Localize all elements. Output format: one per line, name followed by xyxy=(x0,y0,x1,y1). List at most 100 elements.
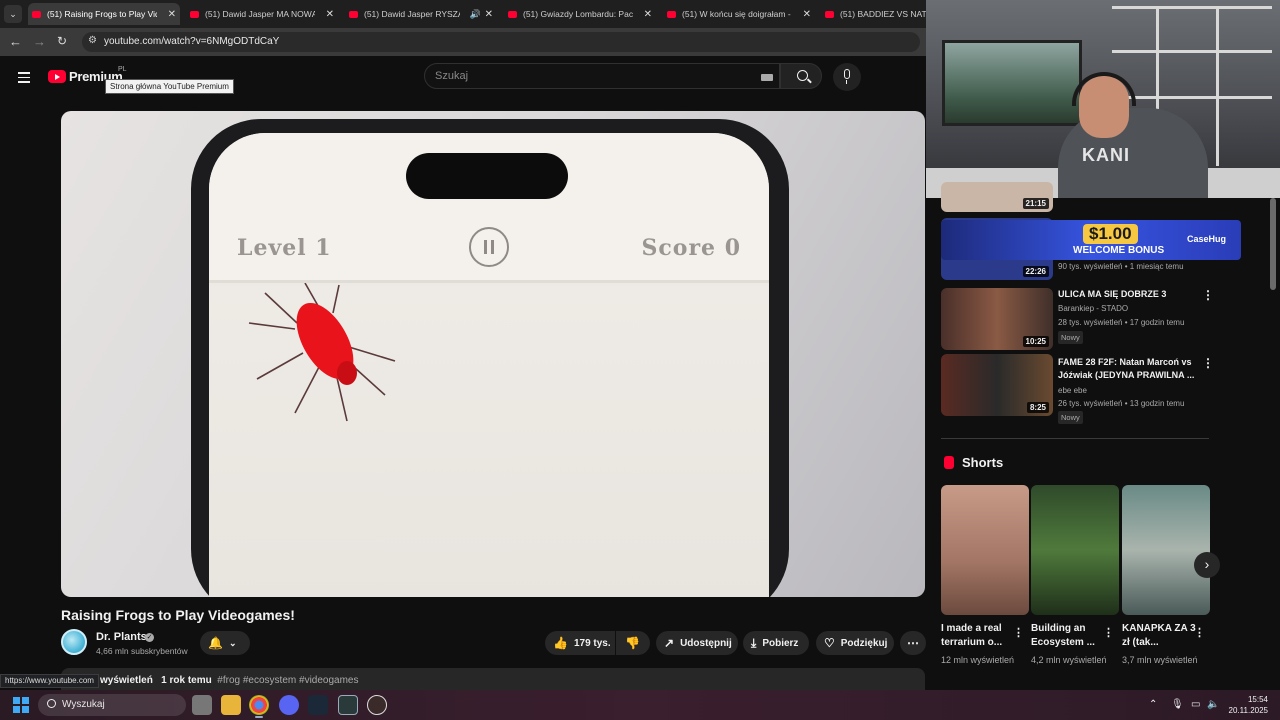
obs-icon[interactable] xyxy=(367,695,387,715)
duration-badge: 22:26 xyxy=(1022,266,1049,277)
youtube-favicon-icon xyxy=(667,10,676,18)
more-vertical-icon[interactable]: ⋮ xyxy=(1194,626,1205,639)
system-clock[interactable]: 15:54 20.11.2025 xyxy=(1226,694,1268,716)
duration-badge: 10:25 xyxy=(1022,336,1049,347)
task-view-icon[interactable] xyxy=(192,695,212,715)
thanks-button[interactable]: ♡ Podziękuj xyxy=(816,631,894,655)
reload-icon[interactable]: ↻ xyxy=(57,34,67,48)
steam-icon[interactable] xyxy=(308,695,328,715)
keyboard-icon[interactable] xyxy=(761,74,773,81)
tab-6[interactable]: (51) BADDIEZ VS NATAL xyxy=(821,3,926,25)
back-arrow-icon[interactable]: ← xyxy=(9,34,22,49)
clock-date: 20.11.2025 xyxy=(1228,706,1268,715)
game-level-text: Level 1 xyxy=(237,235,332,261)
speaker-icon[interactable]: 🔊 xyxy=(470,9,481,20)
short-views: 4,2 mln wyświetleń xyxy=(1031,655,1107,665)
new-badge: Nowy xyxy=(1058,331,1083,344)
scrollbar[interactable] xyxy=(1270,198,1276,290)
chrome-icon[interactable] xyxy=(249,695,269,715)
like-button[interactable]: 👍 179 tys. xyxy=(545,631,615,655)
video-title: Raising Frogs to Play Videogames! xyxy=(61,607,295,623)
tab-5[interactable]: (51) W końcu się doigrałam - w ✕ xyxy=(663,3,815,25)
volume-icon[interactable]: 🔈 xyxy=(1207,699,1219,710)
related-thumbnail[interactable]: 21:15 xyxy=(941,182,1053,212)
tab-label: (51) Raising Frogs to Play Videog xyxy=(47,9,157,19)
youtube-logo-icon[interactable] xyxy=(48,70,66,83)
shelf-line xyxy=(1112,96,1272,99)
channel-avatar[interactable] xyxy=(61,629,87,655)
pause-icon xyxy=(469,227,509,267)
more-vertical-icon[interactable]: ⋮ xyxy=(1202,356,1214,370)
search-button[interactable] xyxy=(780,63,822,89)
site-info-icon[interactable]: ⚙ xyxy=(88,35,97,46)
more-actions-button[interactable]: ⋯ xyxy=(900,631,926,655)
related-thumbnail[interactable]: 10:25 xyxy=(941,288,1053,350)
related-thumbnail[interactable]: 8:25 xyxy=(941,354,1053,416)
share-button[interactable]: ↗ Udostępnij xyxy=(656,631,738,655)
related-title[interactable]: FAME 28 F2F: Natan Marcoń vs Jóźwiak (JE… xyxy=(1058,356,1198,382)
download-button[interactable]: ⤓ Pobierz xyxy=(743,631,809,655)
address-bar[interactable]: ⚙ youtube.com/watch?v=6NMgODTdCaY xyxy=(82,32,920,52)
tab-1[interactable]: (51) Raising Frogs to Play Videog ✕ xyxy=(28,3,180,25)
search-input[interactable]: Szukaj xyxy=(424,63,780,89)
active-app-indicator xyxy=(255,716,263,718)
close-tab-icon[interactable]: ✕ xyxy=(326,9,334,20)
related-title[interactable]: ULICA MA SIĘ DOBRZE 3 xyxy=(1058,288,1198,301)
file-explorer-icon[interactable] xyxy=(221,695,241,715)
divider xyxy=(941,438,1209,439)
tab-search-icon[interactable]: ⌄ xyxy=(4,5,22,23)
phone-screen: Level 1 Score 0 xyxy=(209,133,769,597)
game-score-text: Score 0 xyxy=(641,235,741,261)
close-tab-icon[interactable]: ✕ xyxy=(485,9,493,20)
webcam-overlay: KANI xyxy=(926,0,1280,198)
discord-icon[interactable] xyxy=(279,695,299,715)
browser-tab-strip: ⌄ (51) Raising Frogs to Play Videog ✕ (5… xyxy=(0,0,926,28)
url-text: youtube.com/watch?v=6NMgODTdCaY xyxy=(104,36,280,47)
microphone-icon[interactable]: 🎙 xyxy=(1171,699,1184,710)
network-icon[interactable]: ▭ xyxy=(1191,699,1200,710)
short-title[interactable]: I made a real terrarium o... xyxy=(941,622,1019,650)
more-vertical-icon[interactable]: ⋮ xyxy=(1202,288,1214,302)
taskbar-search[interactable]: Wyszukaj xyxy=(38,694,186,716)
tab-3[interactable]: (51) Dawid Jasper RYSZARD 🔊 ✕ xyxy=(345,3,497,25)
voice-search-button[interactable] xyxy=(833,63,861,91)
short-thumbnail[interactable] xyxy=(1031,485,1119,615)
more-vertical-icon[interactable]: ⋮ xyxy=(1013,626,1024,639)
short-title[interactable]: KANAPKA ZA 3 zł (tak... xyxy=(1122,622,1200,650)
short-thumbnail[interactable] xyxy=(941,485,1029,615)
like-count: 179 tys. xyxy=(573,637,611,649)
related-channel[interactable]: ebe ebe xyxy=(1058,386,1087,395)
video-player[interactable]: Level 1 Score 0 xyxy=(61,111,925,597)
chevron-up-icon[interactable]: ⌃ xyxy=(1149,699,1157,710)
windows-start-icon[interactable] xyxy=(13,697,29,713)
close-tab-icon[interactable]: ✕ xyxy=(803,9,811,20)
tab-4[interactable]: (51) Gwiazdy Lombardu: Paczka ✕ xyxy=(504,3,656,25)
ad-banner[interactable]: $1.00 WELCOME BONUS CaseHug xyxy=(941,220,1241,260)
bell-icon: 🔔 xyxy=(208,636,223,650)
channel-name[interactable]: Dr. Plants xyxy=(96,631,147,643)
related-meta: 26 tys. wyświetleń • 13 godzin temu xyxy=(1058,399,1185,408)
dislike-button[interactable]: 👎 xyxy=(616,631,650,655)
verified-icon: ✓ xyxy=(145,633,154,642)
region-code: PL xyxy=(118,66,127,73)
menu-icon[interactable] xyxy=(18,72,30,86)
app-icon[interactable] xyxy=(338,695,358,715)
forward-arrow-icon[interactable]: → xyxy=(33,34,46,49)
share-label: Udostępnij xyxy=(680,637,732,649)
close-tab-icon[interactable]: ✕ xyxy=(644,9,652,20)
description-summary: wyświetleń 1 rok temu #frog #ecosystem #… xyxy=(100,675,358,686)
more-vertical-icon[interactable]: ⋮ xyxy=(1103,626,1114,639)
tab-2[interactable]: (51) Dawid Jasper MA NOWĄ D ✕ xyxy=(186,3,338,25)
youtube-favicon-icon xyxy=(32,10,41,18)
short-title[interactable]: Building an Ecosystem ... xyxy=(1031,622,1109,650)
related-channel[interactable]: Barankiep - STADO xyxy=(1058,304,1128,313)
chevron-right-icon[interactable]: › xyxy=(1194,552,1220,578)
windows-taskbar: Wyszukaj ⌃ 🎙 ▭ 🔈 15:54 20.11.2025 xyxy=(0,690,1280,720)
short-thumbnail[interactable] xyxy=(1122,485,1210,615)
notification-bell-button[interactable]: 🔔 ⌄ xyxy=(200,631,250,655)
shelf-line xyxy=(1112,6,1272,9)
heart-dollar-icon: ♡ xyxy=(824,636,835,650)
aquarium xyxy=(942,40,1082,126)
close-tab-icon[interactable]: ✕ xyxy=(168,9,176,20)
description-tags[interactable]: #frog #ecosystem #videogames xyxy=(217,675,358,686)
